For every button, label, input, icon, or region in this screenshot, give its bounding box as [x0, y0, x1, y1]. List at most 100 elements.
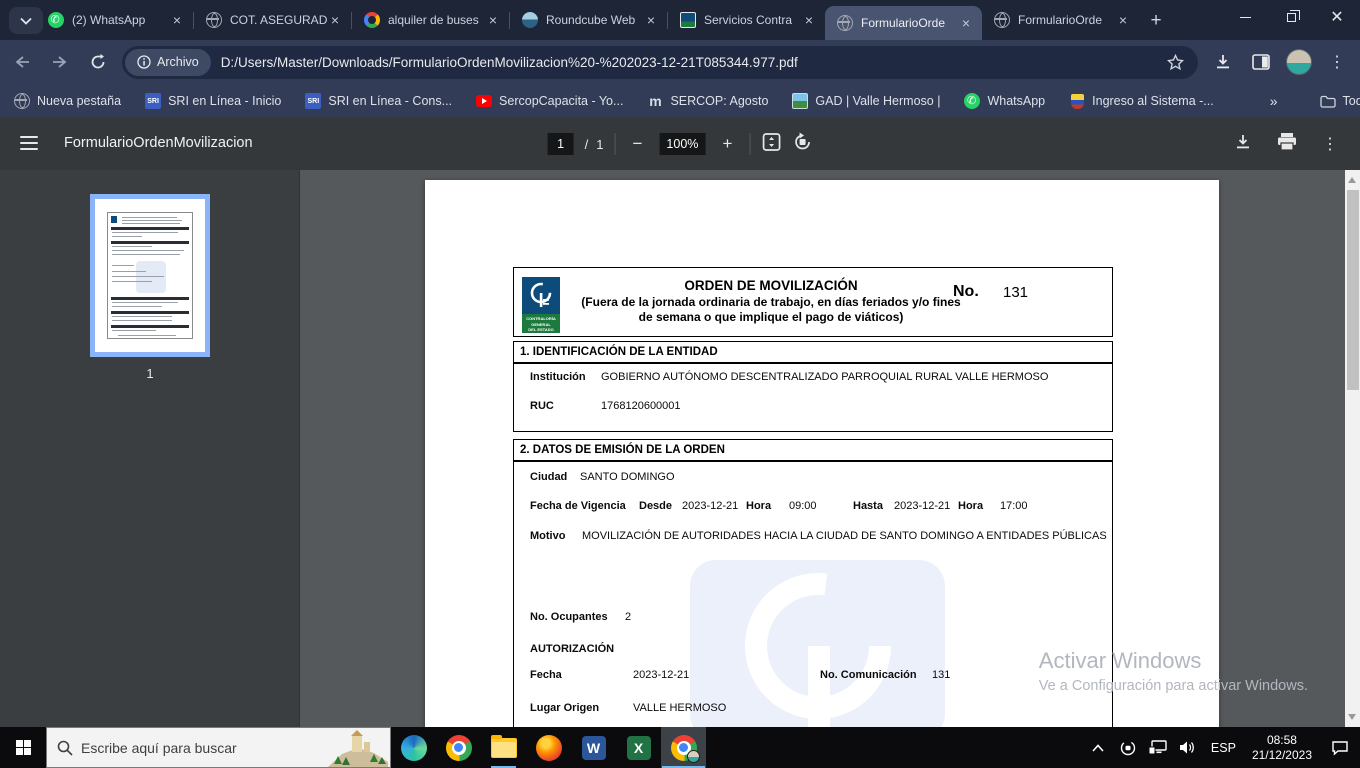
close-icon[interactable]: × [485, 12, 501, 28]
search-icon [57, 740, 73, 756]
bookmark-sri-consultas[interactable]: SRI SRI en Línea - Cons... [305, 93, 452, 109]
bookmark-sercop-agosto[interactable]: m SERCOP: Agosto [647, 93, 768, 109]
side-panel-icon [1252, 54, 1270, 70]
file-scheme-chip[interactable]: Archivo [125, 48, 211, 76]
close-icon[interactable]: × [169, 12, 185, 28]
rotate-button[interactable] [792, 132, 812, 157]
address-bar[interactable]: Archivo D:/Users/Master/Downloads/Formul… [122, 45, 1198, 79]
tab-roundcube[interactable]: Roundcube Web × [510, 0, 667, 40]
browser-toolbar: Archivo D:/Users/Master/Downloads/Formul… [0, 40, 1360, 84]
taskbar-edge[interactable] [391, 727, 436, 768]
bookmark-gad-valle-hermoso[interactable]: GAD | Valle Hermoso | [792, 93, 940, 109]
thumbnail-panel: 1 [0, 170, 300, 727]
google-icon [364, 12, 380, 28]
forward-icon [53, 56, 67, 68]
pdf-download-button[interactable] [1234, 133, 1252, 156]
bookmark-sercopcapacita[interactable]: SercopCapacita - Yo... [476, 93, 623, 109]
vertical-scrollbar[interactable] [1345, 170, 1360, 727]
close-icon[interactable]: × [643, 12, 659, 28]
taskbar-chrome[interactable] [436, 727, 481, 768]
bookmark-label: Todos los marcadores [1342, 94, 1360, 108]
volume-icon[interactable] [1176, 727, 1200, 768]
bookmark-star-button[interactable] [1167, 53, 1184, 71]
taskbar-search-input[interactable]: Escribe aquí para buscar [46, 727, 391, 768]
section2-title: 2. DATOS DE EMISIÓN DE LA ORDEN [520, 444, 725, 456]
page-thumbnail[interactable] [90, 194, 210, 357]
tab-formulario-active[interactable]: FormularioOrde × [825, 6, 982, 40]
scrollbar-thumb[interactable] [1346, 190, 1359, 390]
bookmark-whatsapp[interactable]: WhatsApp [964, 93, 1045, 109]
taskbar-excel[interactable]: X [616, 727, 661, 768]
comunicacion-label: No. Comunicación [820, 669, 917, 681]
all-bookmarks-button[interactable]: Todos los marcadores [1319, 93, 1360, 109]
edge-icon [400, 734, 427, 761]
profile-avatar[interactable] [1284, 47, 1314, 77]
network-icon[interactable] [1146, 727, 1170, 768]
action-center-button[interactable] [1320, 727, 1360, 768]
close-icon[interactable]: × [801, 12, 817, 28]
page-total: 1 [596, 136, 604, 152]
downloads-button[interactable] [1208, 47, 1238, 77]
restore-button[interactable] [1268, 0, 1314, 34]
bookmark-ingreso-sistema[interactable]: Ingreso al Sistema -... [1069, 93, 1214, 109]
reload-button[interactable] [82, 46, 114, 78]
taskbar-word[interactable]: W [571, 727, 616, 768]
tab-formulario-2[interactable]: FormularioOrde × [982, 0, 1139, 40]
autorizacion-title: AUTORIZACIÓN [530, 643, 615, 655]
pdf-print-button[interactable] [1277, 132, 1297, 156]
side-panel-button[interactable] [1246, 47, 1276, 77]
language-indicator[interactable]: ESP [1211, 741, 1236, 755]
desktop: (2) WhatsApp × COT. ASEGURAD × alquiler … [0, 0, 1360, 768]
tab-servicios-contratacion[interactable]: Servicios Contra × [668, 0, 825, 40]
bookmark-sri-inicio[interactable]: SRI SRI en Línea - Inicio [145, 93, 281, 109]
minimize-button[interactable] [1222, 0, 1268, 34]
bookmark-label: SRI en Línea - Inicio [168, 94, 282, 108]
tray-sync-icon[interactable] [1116, 727, 1140, 768]
bookmark-nueva-pestana[interactable]: Nueva pestaña [14, 93, 121, 109]
page-separator: / [584, 136, 589, 152]
back-button[interactable] [6, 46, 38, 78]
date: 21/12/2023 [1251, 747, 1312, 762]
taskbar-file-explorer[interactable] [481, 727, 526, 768]
browser-menu-button[interactable]: ⋮ [1322, 47, 1352, 77]
whatsapp-icon [48, 12, 64, 28]
tab-alquiler-buses[interactable]: alquiler de buses × [352, 0, 509, 40]
fit-page-button[interactable] [761, 132, 781, 157]
activate-windows-watermark: Activar Windows Ve a Configuración para … [1038, 648, 1308, 694]
scroll-down-arrow[interactable] [1348, 714, 1356, 720]
origen-value: VALLE HERMOSO [633, 702, 727, 714]
thumbnail-page-number: 1 [146, 366, 154, 381]
taskbar-chrome-active[interactable] [661, 727, 706, 768]
tab-whatsapp[interactable]: (2) WhatsApp × [36, 0, 193, 40]
close-window-button[interactable]: ✕ [1314, 0, 1360, 34]
pdf-menu-button[interactable] [20, 136, 38, 150]
pdf-more-button[interactable]: ⋮ [1322, 134, 1338, 154]
start-button[interactable] [0, 727, 46, 768]
sercop-icon: m [649, 93, 662, 109]
ruc-label: RUC [530, 400, 554, 412]
tray-expand-button[interactable] [1086, 727, 1110, 768]
zoom-in-button[interactable]: + [716, 134, 738, 154]
close-icon[interactable]: × [1115, 12, 1131, 28]
zoom-out-button[interactable]: − [626, 134, 648, 154]
taskbar-firefox[interactable] [526, 727, 571, 768]
scroll-up-arrow[interactable] [1348, 177, 1356, 183]
ecuador-crest-icon [1070, 93, 1084, 109]
url-text: D:/Users/Master/Downloads/FormularioOrde… [220, 54, 798, 70]
zoom-level-input[interactable]: 100% [659, 133, 706, 155]
ciudad-label: Ciudad [530, 471, 568, 483]
profile-badge [687, 750, 700, 763]
hasta-fecha: 2023-12-21 [894, 500, 951, 512]
tab-title: Roundcube Web [546, 13, 636, 27]
bookmarks-overflow-button[interactable]: » [1270, 93, 1278, 109]
tab-title: alquiler de buses [388, 13, 479, 27]
new-tab-button[interactable]: + [1143, 8, 1169, 34]
taskbar-clock[interactable]: 08:58 21/12/2023 [1252, 733, 1312, 763]
close-icon[interactable]: × [958, 15, 974, 31]
close-icon[interactable]: × [327, 12, 343, 28]
youtube-icon [476, 95, 493, 107]
forward-button[interactable] [44, 46, 76, 78]
tab-cot-aseguradora[interactable]: COT. ASEGURAD × [194, 0, 351, 40]
bookmarks-bar: Nueva pestaña SRI SRI en Línea - Inicio … [0, 84, 1360, 118]
page-number-input[interactable]: 1 [547, 133, 574, 155]
